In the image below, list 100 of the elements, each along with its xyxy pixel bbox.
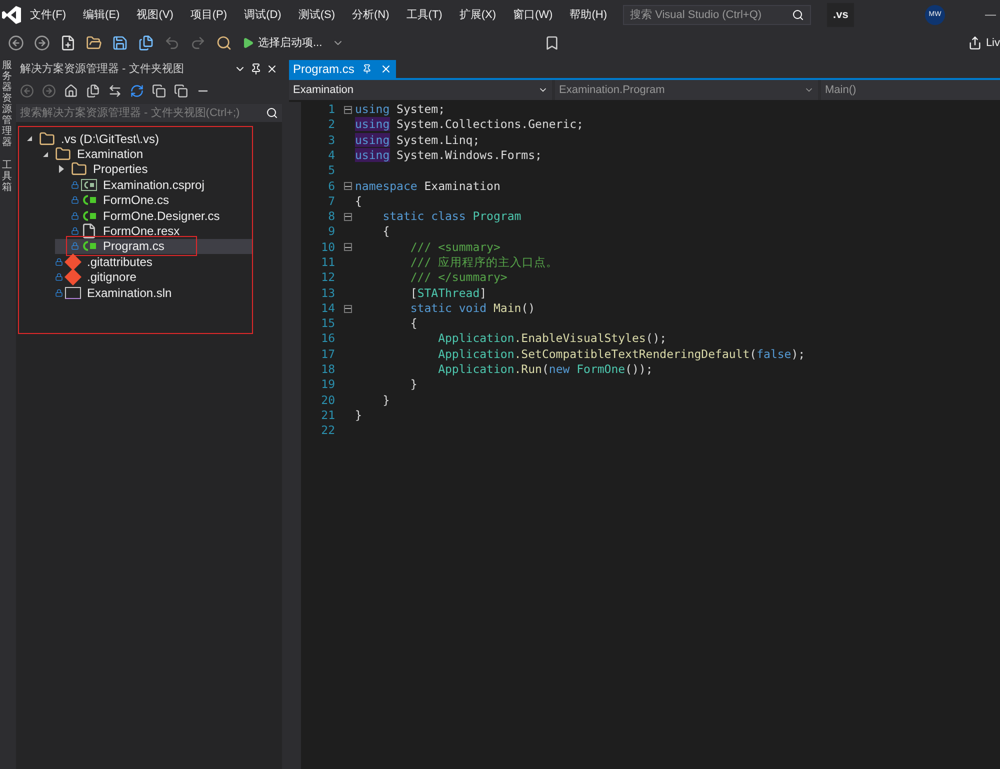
- panel-title: 解决方案资源管理器 - 文件夹视图: [20, 62, 184, 77]
- tree-item[interactable]: Examination: [39, 146, 252, 162]
- fold-toggle-icon[interactable]: [344, 106, 352, 114]
- code-line: using System.Linq;: [355, 132, 480, 149]
- tree-item[interactable]: .gitattributes: [39, 254, 252, 270]
- close-icon[interactable]: [266, 63, 278, 75]
- code-line: /// <summary>: [409, 238, 500, 256]
- tree-item-label: FormOne.cs: [103, 192, 170, 210]
- new-file-icon[interactable]: [60, 35, 76, 51]
- menu-item[interactable]: 编辑(E): [83, 6, 120, 24]
- menu-item[interactable]: 调试(D): [244, 6, 282, 24]
- forward-icon[interactable]: [42, 84, 56, 98]
- search-field[interactable]: 搜索 Visual Studio (Ctrl+Q): [623, 5, 812, 25]
- menu-item[interactable]: 测试(S): [298, 6, 336, 24]
- tree-item[interactable]: FormOne.cs: [55, 192, 252, 208]
- navigation-dropdown[interactable]: Main(): [821, 80, 1000, 100]
- code-line: static class Program: [382, 208, 522, 226]
- code-line: [STAThread]: [409, 284, 487, 302]
- code-line: /// 应用程序的主入口点。: [409, 254, 558, 271]
- line-number: 22: [320, 422, 335, 440]
- menu-item[interactable]: 文件(F): [30, 6, 66, 24]
- menu-item[interactable]: 视图(V): [136, 6, 174, 24]
- code-line: {: [382, 223, 390, 240]
- minimize-button[interactable]: —: [985, 6, 996, 24]
- fold-toggle-icon[interactable]: [344, 304, 352, 312]
- tree-item-label: .vs (D:\GitTest\.vs): [61, 130, 160, 148]
- code-line: }: [409, 376, 418, 394]
- code-line: /// </summary>: [409, 269, 508, 286]
- properties-icon[interactable]: [174, 84, 188, 98]
- undo-icon[interactable]: [164, 35, 180, 51]
- open-folder-icon[interactable]: [86, 35, 102, 51]
- menu-item[interactable]: 帮助(H): [570, 6, 608, 24]
- menu-item[interactable]: 项目(P): [190, 6, 228, 24]
- expanded-triangle-icon[interactable]: [26, 136, 32, 142]
- view-switch-icon[interactable]: [86, 84, 100, 98]
- collapsed-triangle-icon[interactable]: [58, 165, 64, 174]
- tree-item[interactable]: FormOne.Designer.cs: [55, 208, 252, 224]
- share-icon: [968, 36, 982, 50]
- line-number: 20: [320, 392, 335, 409]
- search-icon: [792, 9, 804, 21]
- refresh-icon[interactable]: [130, 84, 144, 98]
- find-icon[interactable]: [216, 35, 232, 51]
- menu-item[interactable]: 窗口(W): [513, 6, 553, 24]
- line-number: 2: [327, 116, 335, 134]
- start-button[interactable]: 选择启动项...: [242, 34, 322, 52]
- tree-item[interactable]: .vs (D:\GitTest\.vs): [23, 131, 252, 146]
- line-number: 8: [327, 208, 335, 226]
- tree-item[interactable]: Properties: [55, 162, 252, 178]
- redo-icon[interactable]: [190, 35, 206, 51]
- side-tab[interactable]: 工具箱: [2, 160, 12, 193]
- csharp-file-icon: [81, 194, 97, 206]
- tree-item[interactable]: Examination.csproj: [55, 177, 252, 193]
- back-icon[interactable]: [20, 84, 34, 98]
- code-line: namespace Examination: [355, 178, 500, 195]
- tree-item[interactable]: .gitignore: [39, 270, 252, 285]
- line-number: 4: [327, 146, 335, 164]
- tree-item-label: .gitattributes: [87, 254, 152, 271]
- pin-icon[interactable]: [250, 63, 262, 75]
- play-icon: [242, 37, 254, 49]
- fold-toggle-icon[interactable]: [344, 182, 352, 190]
- code-line: }: [355, 406, 362, 424]
- line-number: 12: [320, 269, 335, 286]
- tree-item[interactable]: FormOne.resx: [55, 223, 252, 239]
- save-icon[interactable]: [112, 35, 128, 51]
- line-number: 1: [327, 101, 335, 118]
- fold-toggle-icon[interactable]: [344, 243, 352, 252]
- line-number: 10: [320, 238, 335, 256]
- navigation-dropdown[interactable]: Examination: [289, 80, 552, 100]
- navigation-dropdown[interactable]: Examination.Program: [555, 80, 818, 100]
- expanded-triangle-icon[interactable]: [42, 152, 48, 157]
- line-number: 21: [320, 406, 335, 424]
- save-all-icon[interactable]: [138, 35, 154, 51]
- explorer-search-field[interactable]: 搜索解决方案资源管理器 - 文件夹视图(Ctrl+;): [16, 104, 282, 122]
- tree-item[interactable]: Examination.sln: [39, 284, 252, 300]
- back-icon[interactable]: [8, 35, 24, 51]
- live-share-button[interactable]: Liv: [968, 34, 1000, 52]
- tree-item[interactable]: Program.cs: [55, 238, 252, 254]
- app-logo-icon: [2, 5, 22, 25]
- code-line: }: [382, 392, 390, 409]
- solution-file-icon: [65, 286, 81, 299]
- tree-item-label: Examination: [77, 146, 144, 164]
- solution-name-badge: .vs: [827, 2, 854, 28]
- collapse-all-icon[interactable]: [152, 84, 166, 98]
- menu-item[interactable]: 分析(N): [352, 6, 390, 24]
- bookmark-icon[interactable]: [544, 35, 560, 51]
- search-icon: [266, 107, 278, 119]
- line-number: 15: [320, 315, 335, 332]
- line-number: 18: [320, 361, 335, 378]
- menu-item[interactable]: 扩展(X): [459, 6, 496, 24]
- line-number: 17: [320, 346, 335, 363]
- home-icon[interactable]: [64, 84, 78, 98]
- line-number: 11: [320, 254, 335, 271]
- forward-icon[interactable]: [34, 35, 50, 51]
- fold-toggle-icon[interactable]: [344, 212, 352, 221]
- sync-icon[interactable]: [108, 84, 122, 98]
- folder-icon: [71, 161, 87, 178]
- menu-item[interactable]: 工具(T): [406, 6, 442, 24]
- side-tab[interactable]: 服务器资源管理器: [2, 60, 12, 148]
- code-line: Application.EnableVisualStyles();: [437, 330, 667, 348]
- line-number: 14: [320, 300, 335, 317]
